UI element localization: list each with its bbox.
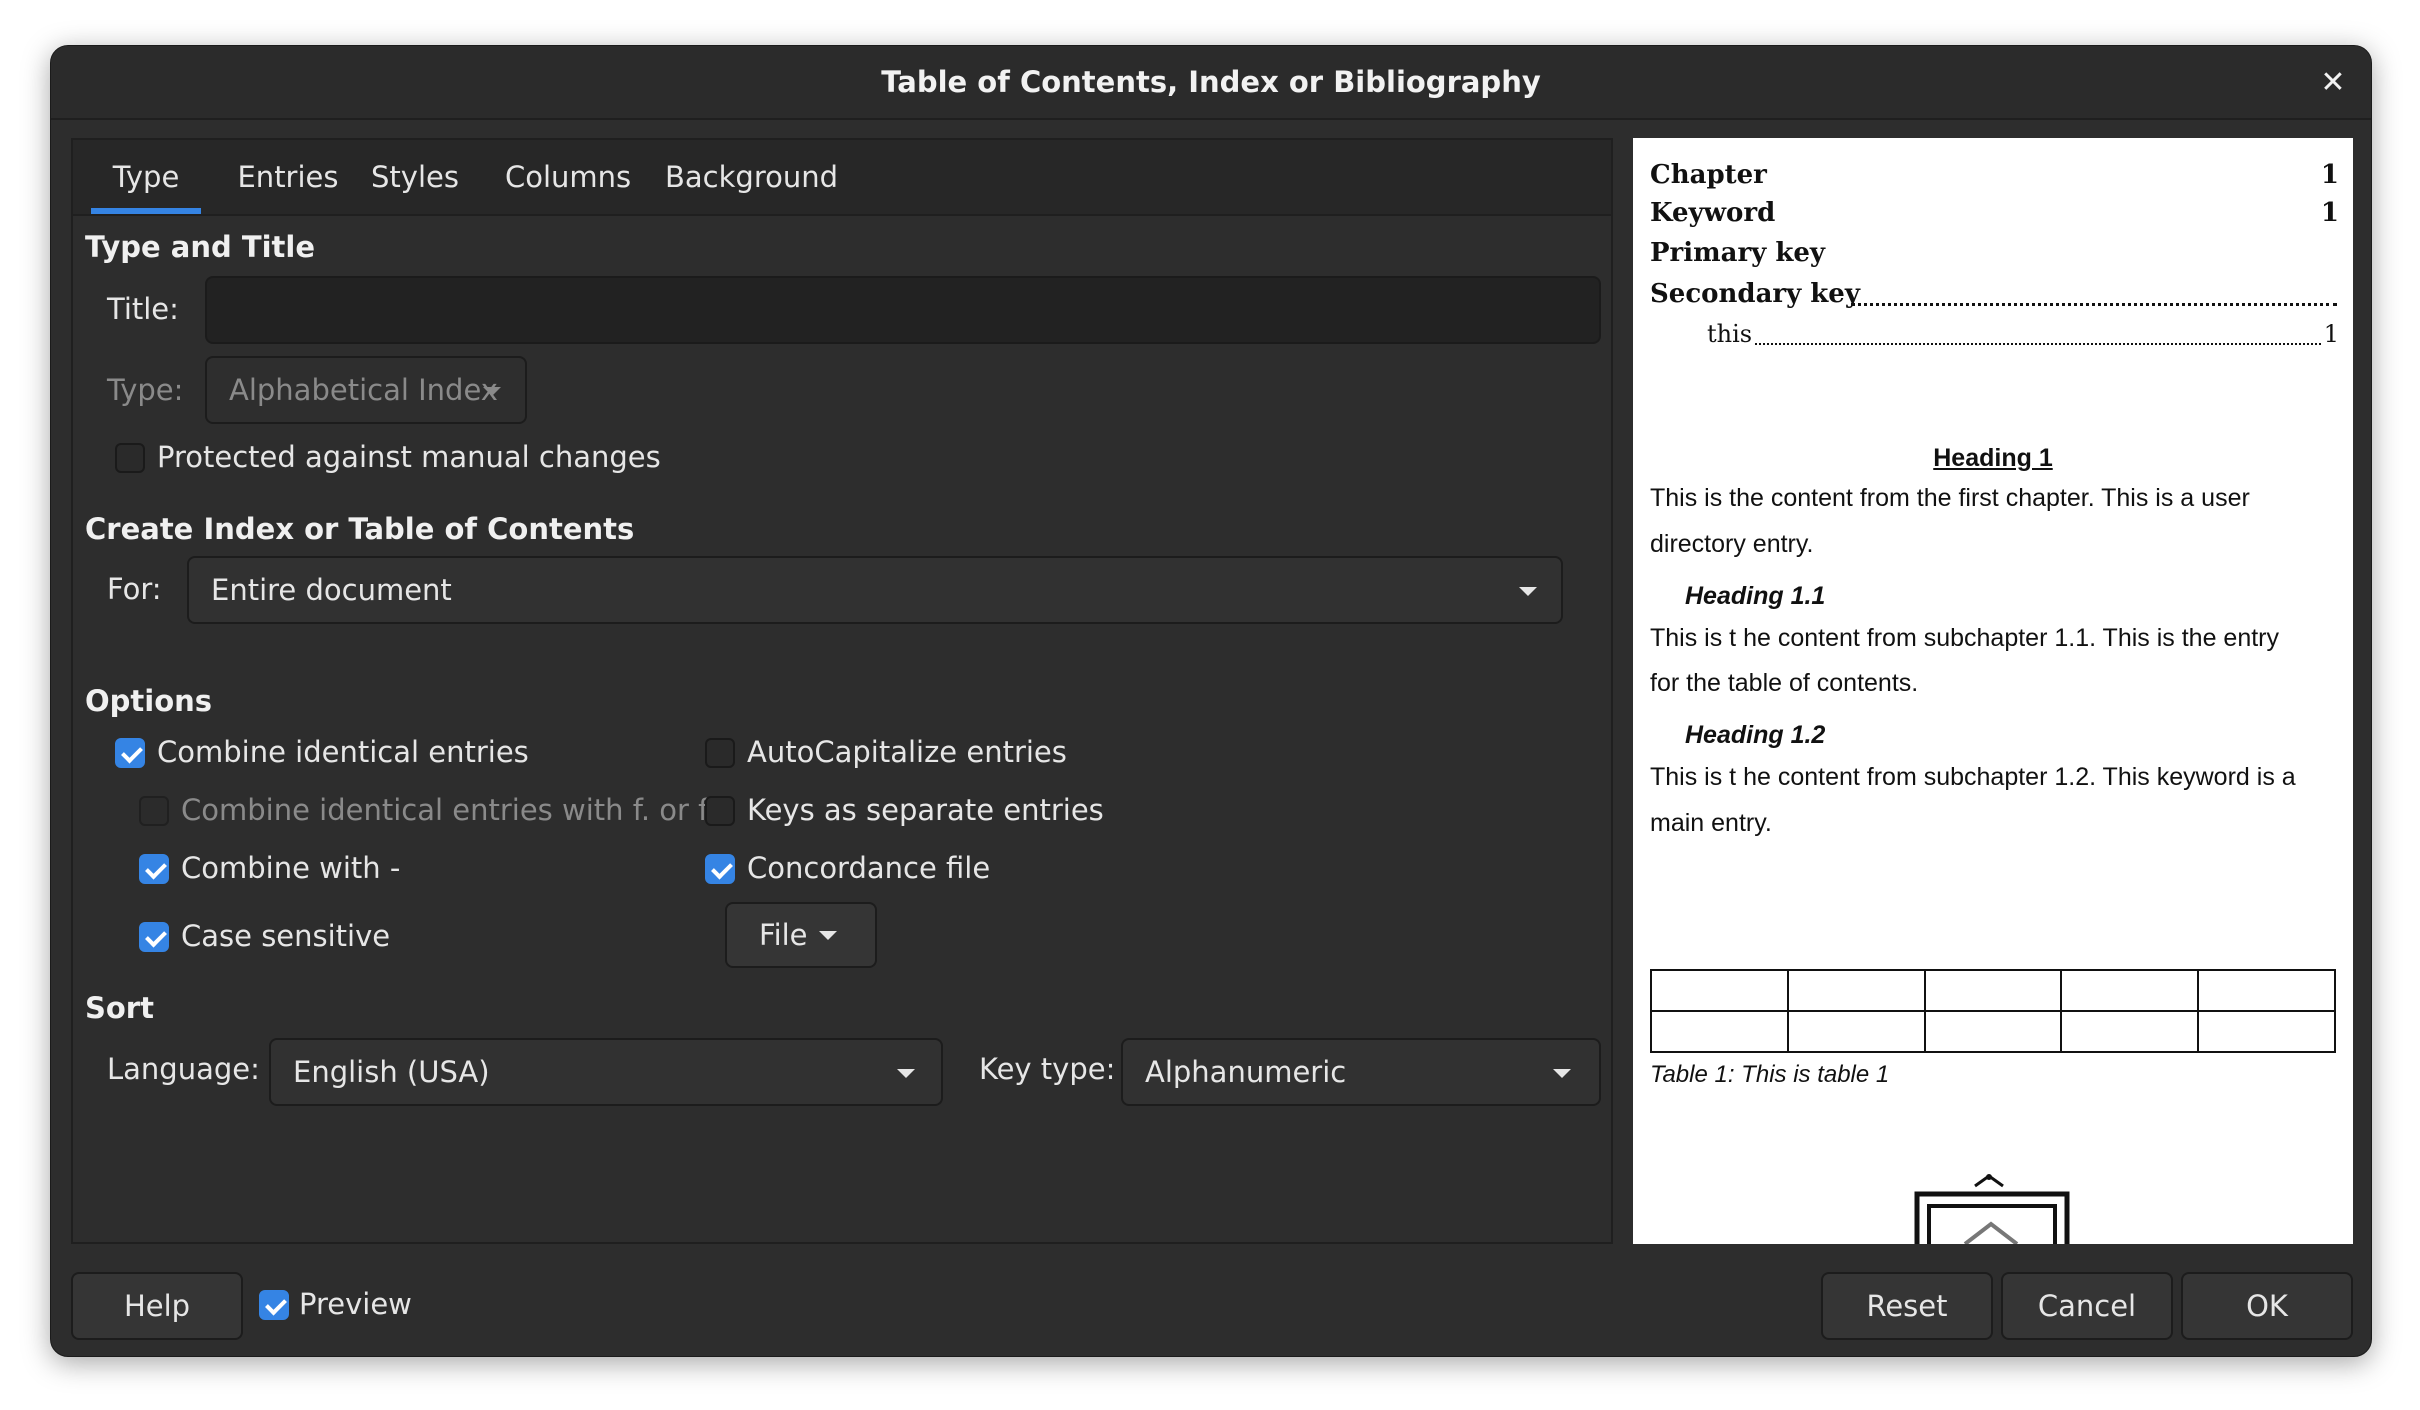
tab-type[interactable]: Type	[91, 140, 201, 214]
preview-table-caption: Table 1: This is table 1	[1650, 1061, 1890, 1088]
preview-pane: Chapter 1 Keyword 1 Primary key Secondar…	[1633, 138, 2353, 1244]
combine-with-checkbox[interactable]	[139, 854, 169, 884]
case-sensitive-label: Case sensitive	[181, 919, 391, 953]
type-tab-panel: Type Entries Styles Columns Background T…	[71, 138, 1613, 1244]
concordance-checkbox[interactable]	[705, 854, 735, 884]
preview-paragraph-3-line-1: This is t he content from subchapter 1.2…	[1650, 763, 2296, 791]
combine-with-label: Combine with -	[181, 851, 401, 885]
ok-button[interactable]: OK	[2181, 1272, 2353, 1340]
type-select[interactable]: Alphabetical Index	[205, 356, 527, 424]
cancel-button[interactable]: Cancel	[2001, 1272, 2173, 1340]
index-entry-keyword: Keyword	[1650, 198, 1776, 228]
autocapitalize-label: AutoCapitalize entries	[747, 735, 1067, 769]
preview-paragraph-1-line-1: This is the content from the first chapt…	[1650, 484, 2250, 512]
concordance-label: Concordance file	[747, 851, 991, 885]
index-entry-chapter: Chapter	[1650, 160, 1767, 190]
help-button[interactable]: Help	[71, 1272, 243, 1340]
index-entry-secondary-key: Secondary key	[1650, 279, 1860, 309]
dialog-title: Table of Contents, Index or Bibliography	[881, 65, 1541, 99]
combine-identical-checkbox[interactable]	[115, 738, 145, 768]
preview-heading-1-2: Heading 1.2	[1685, 721, 1826, 749]
index-dot-leader	[1755, 343, 2321, 345]
preview-heading-1-1: Heading 1.1	[1685, 582, 1826, 610]
tab-styles[interactable]: Styles	[365, 140, 465, 214]
file-button-label: File	[759, 918, 808, 952]
index-dot-leader	[1851, 303, 2337, 306]
combine-identical-label: Combine identical entries	[157, 735, 529, 769]
index-entry-this: this	[1707, 320, 1753, 348]
for-select-value: Entire document	[211, 573, 452, 607]
key-type-label: Key type:	[979, 1052, 1116, 1086]
sort-heading: Sort	[85, 991, 154, 1025]
preview-paragraph-3-line-2: main entry.	[1650, 809, 1772, 837]
chevron-down-icon	[819, 931, 837, 940]
tab-columns[interactable]: Columns	[505, 140, 631, 214]
file-menu-button[interactable]: File	[725, 902, 877, 968]
language-select-value: English (USA)	[293, 1055, 490, 1089]
chevron-down-icon	[1553, 1069, 1571, 1078]
chevron-down-icon	[1519, 587, 1537, 596]
type-and-title-heading: Type and Title	[85, 230, 316, 264]
dialog-titlebar: Table of Contents, Index or Bibliography…	[51, 46, 2371, 120]
index-page-this: 1	[2323, 320, 2339, 348]
combine-ff-label: Combine identical entries with f. or ff.	[181, 793, 728, 827]
reset-button[interactable]: Reset	[1821, 1272, 1993, 1340]
title-label: Title:	[107, 292, 179, 326]
picture-frame-icon	[1914, 1174, 2070, 1244]
preview-paragraph-1-line-2: directory entry.	[1650, 530, 1814, 558]
protected-label: Protected against manual changes	[157, 440, 661, 474]
preview-paragraph-2-line-2: for the table of contents.	[1650, 669, 1919, 697]
tab-entries[interactable]: Entries	[233, 140, 343, 214]
tab-bar: Type Entries Styles Columns Background	[73, 140, 1611, 216]
key-type-select[interactable]: Alphanumeric	[1121, 1038, 1601, 1106]
keys-separate-checkbox[interactable]	[705, 796, 735, 826]
preview-table	[1650, 969, 2336, 1053]
index-page-chapter: 1	[2320, 160, 2339, 190]
close-icon[interactable]: ✕	[2315, 64, 2351, 100]
title-input[interactable]	[205, 276, 1601, 344]
protected-checkbox[interactable]	[115, 443, 145, 473]
create-index-heading: Create Index or Table of Contents	[85, 512, 635, 546]
preview-label: Preview	[299, 1287, 412, 1321]
language-select[interactable]: English (USA)	[269, 1038, 943, 1106]
type-select-value: Alphabetical Index	[229, 373, 498, 407]
case-sensitive-checkbox[interactable]	[139, 922, 169, 952]
toc-index-dialog: Table of Contents, Index or Bibliography…	[50, 45, 2372, 1357]
options-heading: Options	[85, 684, 213, 718]
index-entry-primary-key: Primary key	[1650, 238, 1826, 268]
tab-background[interactable]: Background	[665, 140, 838, 214]
autocapitalize-checkbox[interactable]	[705, 738, 735, 768]
preview-checkbox[interactable]	[259, 1290, 289, 1320]
keys-separate-label: Keys as separate entries	[747, 793, 1104, 827]
index-page-keyword: 1	[2320, 198, 2339, 228]
preview-paragraph-2-line-1: This is t he content from subchapter 1.1…	[1650, 624, 2280, 652]
preview-heading-1: Heading 1	[1933, 444, 2053, 472]
chevron-down-icon	[483, 387, 501, 396]
combine-ff-checkbox[interactable]	[139, 796, 169, 826]
key-type-select-value: Alphanumeric	[1145, 1055, 1347, 1089]
for-select[interactable]: Entire document	[187, 556, 1563, 624]
language-label: Language:	[107, 1052, 260, 1086]
type-label: Type:	[107, 373, 184, 407]
for-label: For:	[107, 572, 162, 606]
chevron-down-icon	[897, 1069, 915, 1078]
